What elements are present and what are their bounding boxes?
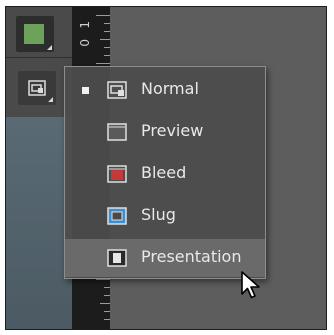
- screen-mode-button[interactable]: [18, 71, 56, 105]
- app-window: 1 0 Normal Preview Bleed Slug Presentati…: [5, 6, 327, 330]
- preview-mode-icon: [107, 123, 127, 141]
- tools-divider: [6, 57, 72, 58]
- screen-mode-menu: Normal Preview Bleed Slug Presentation: [64, 66, 266, 279]
- checkmark-icon: [82, 87, 89, 94]
- menu-item-label: Slug: [141, 205, 176, 224]
- bleed-mode-icon: [107, 165, 127, 183]
- ruler-tick: [96, 279, 110, 280]
- ruler-tick: [96, 63, 110, 64]
- submenu-corner-icon: [47, 45, 52, 50]
- menu-item-label: Preview: [141, 121, 204, 140]
- mouse-pointer-icon: [241, 271, 260, 299]
- ruler-tick: [96, 15, 110, 16]
- menu-item-normal[interactable]: Normal: [65, 71, 265, 109]
- menu-item-bleed[interactable]: Bleed: [65, 155, 265, 193]
- normal-mode-icon: [107, 81, 127, 99]
- slug-mode-icon: [107, 207, 127, 225]
- ruler-tick: [100, 39, 110, 40]
- menu-item-label: Normal: [141, 79, 199, 98]
- ruler-label: 0: [78, 39, 92, 47]
- menu-item-presentation[interactable]: Presentation: [65, 239, 265, 277]
- screen-mode-icon: [28, 80, 46, 96]
- tools-panel-bottom: [6, 117, 72, 329]
- menu-item-label: Bleed: [141, 163, 187, 182]
- menu-item-preview[interactable]: Preview: [65, 113, 265, 151]
- tools-panel: [6, 7, 72, 329]
- presentation-mode-icon: [107, 249, 127, 267]
- ruler-tick: [100, 303, 110, 304]
- ruler-label: 1: [78, 21, 92, 29]
- submenu-corner-icon: [48, 97, 53, 102]
- menu-item-label: Presentation: [141, 247, 242, 266]
- menu-item-slug[interactable]: Slug: [65, 197, 265, 235]
- fill-swatch-icon: [24, 24, 44, 44]
- fill-swatch-button[interactable]: [16, 16, 54, 52]
